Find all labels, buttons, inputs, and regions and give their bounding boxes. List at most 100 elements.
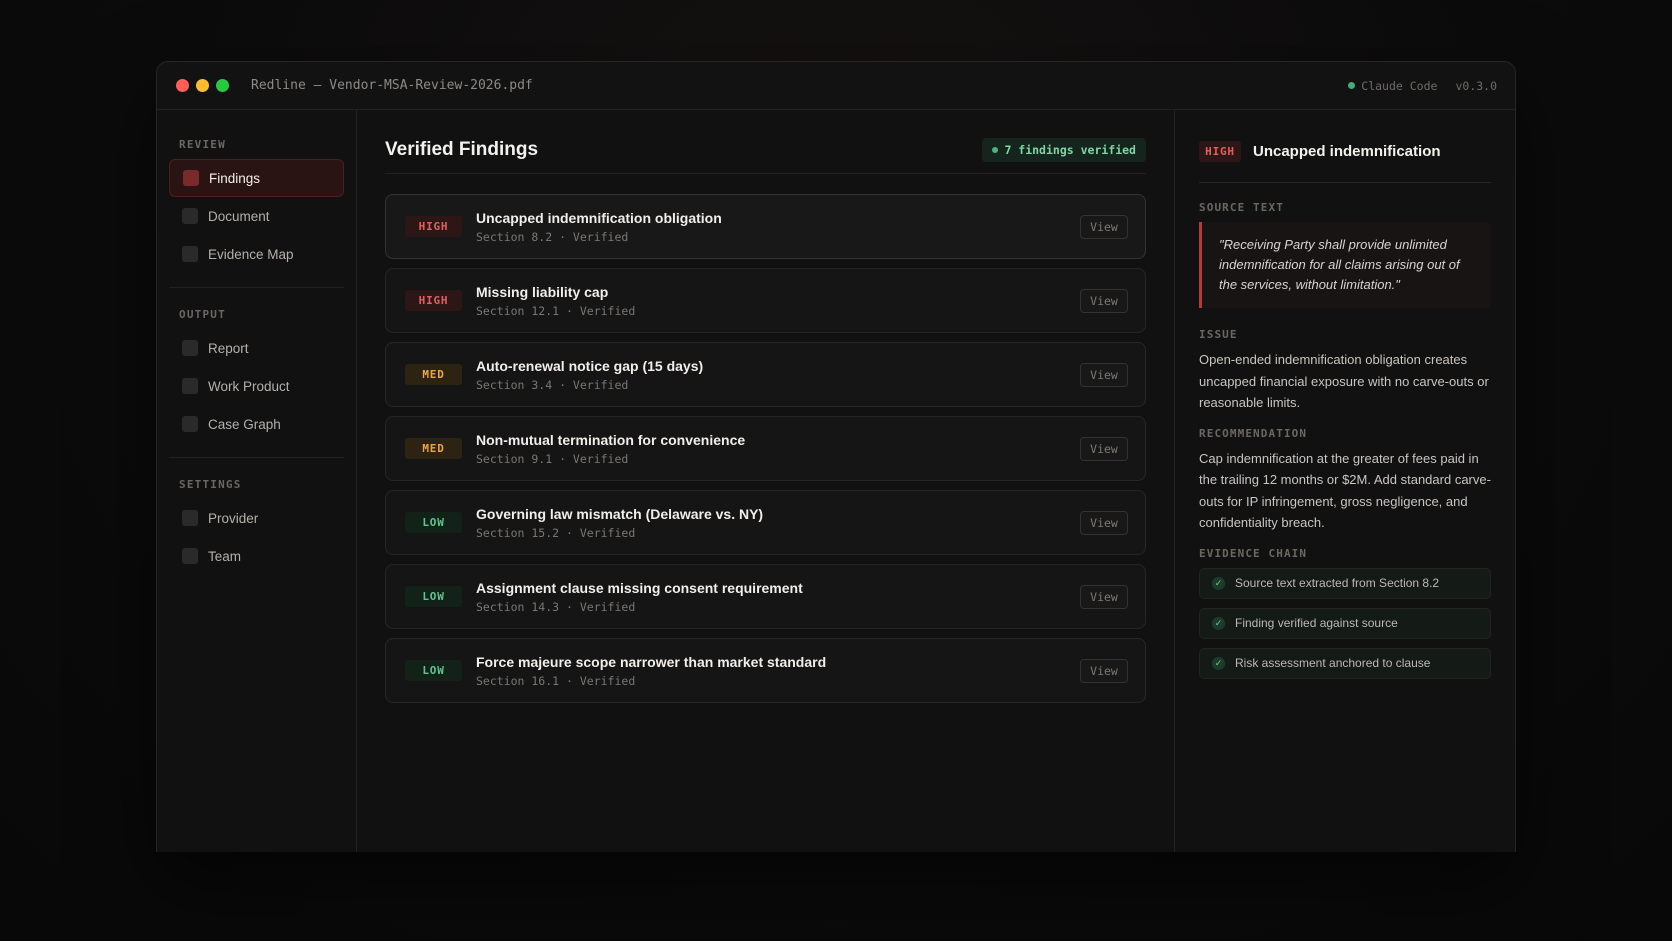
evidence-item: ✓ Finding verified against source: [1199, 607, 1491, 639]
finding-row[interactable]: LOW Governing law mismatch (Delaware vs.…: [385, 490, 1146, 555]
app-window: Redline — Vendor-MSA-Review-2026.pdf Cla…: [156, 61, 1516, 852]
sidebar-item-provider[interactable]: Provider: [169, 499, 344, 537]
checkmark-icon: ✓: [1212, 656, 1225, 670]
finding-meta: Section 12.1 · Verified: [476, 303, 636, 318]
finding-title: Force majeure scope narrower than market…: [476, 653, 827, 670]
sidebar-item-case-graph[interactable]: Case Graph: [169, 405, 344, 443]
finding-meta: Section 8.2 · Verified: [476, 229, 629, 244]
view-button[interactable]: View: [1080, 288, 1128, 313]
sidebar-section-output: OUTPUT: [179, 308, 226, 321]
view-button[interactable]: View: [1080, 510, 1128, 535]
finding-row[interactable]: HIGH Missing liability cap Section 12.1 …: [385, 268, 1146, 333]
sidebar-item-label: Work Product: [208, 378, 290, 394]
recommendation-label: RECOMMENDATION: [1199, 426, 1308, 440]
issue-text: Open-ended indemnification obligation cr…: [1199, 352, 1489, 410]
verified-dot-icon: [992, 146, 999, 153]
recommendation-text: Cap indemnification at the greater of fe…: [1199, 450, 1491, 531]
case-graph-icon: [182, 416, 198, 432]
sidebar-item-findings[interactable]: Findings: [169, 159, 344, 197]
evidence-text: Finding verified against source: [1235, 616, 1398, 630]
team-icon: [182, 548, 198, 564]
severity-badge: MED: [405, 438, 462, 459]
status-dot-icon: [1348, 82, 1356, 89]
evidence-item: ✓ Risk assessment anchored to clause: [1199, 647, 1491, 679]
sidebar-section-review: REVIEW: [179, 138, 226, 151]
finding-row[interactable]: MED Non-mutual termination for convenien…: [385, 416, 1146, 481]
findings-header: Verified Findings 7 findings verified: [385, 132, 1146, 174]
view-button[interactable]: View: [1080, 658, 1128, 683]
severity-badge: HIGH: [405, 290, 462, 311]
sidebar-item-label: Evidence Map: [208, 246, 294, 262]
verified-count-badge: 7 findings verified: [982, 137, 1146, 162]
title-bar-status: Claude Code v0.3.0: [1348, 79, 1497, 93]
sidebar-item-label: Team: [208, 548, 242, 564]
finding-meta: Section 9.1 · Verified: [476, 451, 629, 466]
evidence-item: ✓ Source text extracted from Section 8.2: [1199, 567, 1491, 599]
document-icon: [182, 208, 198, 224]
severity-badge: MED: [405, 364, 462, 385]
finding-row[interactable]: LOW Assignment clause missing consent re…: [385, 564, 1146, 629]
view-button[interactable]: View: [1080, 362, 1128, 387]
sidebar-item-label: Document: [208, 208, 270, 224]
severity-badge: HIGH: [1199, 140, 1241, 162]
close-window-button[interactable]: [176, 79, 189, 92]
title-bar: Redline — Vendor-MSA-Review-2026.pdf Cla…: [157, 62, 1515, 110]
sidebar-item-evidence-map[interactable]: Evidence Map: [169, 235, 344, 273]
finding-meta: Section 15.2 · Verified: [476, 525, 636, 540]
finding-meta: Section 3.4 · Verified: [476, 377, 629, 392]
finding-row[interactable]: MED Auto-renewal notice gap (15 days) Se…: [385, 342, 1146, 407]
verified-count-label: 7 findings verified: [1004, 142, 1136, 157]
evidence-text: Source text extracted from Section 8.2: [1235, 576, 1440, 590]
finding-meta: Section 16.1 · Verified: [476, 673, 636, 688]
view-button[interactable]: View: [1080, 584, 1128, 609]
minimize-window-button[interactable]: [196, 79, 209, 92]
checkmark-icon: ✓: [1212, 616, 1225, 630]
status-label: Claude Code: [1361, 78, 1438, 93]
findings-panel: Verified Findings 7 findings verified HI…: [357, 110, 1175, 852]
sidebar-item-label: Provider: [208, 510, 259, 526]
sidebar-section-settings: SETTINGS: [179, 478, 242, 491]
sidebar-divider: [169, 457, 344, 458]
detail-header: HIGH Uncapped indemnification: [1199, 134, 1491, 183]
finding-row[interactable]: LOW Force majeure scope narrower than ma…: [385, 638, 1146, 703]
sidebar-item-work-product[interactable]: Work Product: [169, 367, 344, 405]
finding-row[interactable]: HIGH Uncapped indemnification obligation…: [385, 194, 1146, 259]
sidebar: REVIEW Findings Document Evidence Map OU…: [157, 110, 357, 852]
finding-title: Governing law mismatch (Delaware vs. NY): [476, 505, 764, 522]
sidebar-item-report[interactable]: Report: [169, 329, 344, 367]
severity-badge: HIGH: [405, 216, 462, 237]
source-text-quote: "Receiving Party shall provide unlimited…: [1199, 222, 1491, 308]
issue-label: ISSUE: [1199, 328, 1238, 341]
sidebar-item-document[interactable]: Document: [169, 197, 344, 235]
findings-icon: [183, 170, 199, 186]
work-product-icon: [182, 378, 198, 394]
finding-meta: Section 14.3 · Verified: [476, 599, 636, 614]
sidebar-item-label: Report: [208, 340, 249, 356]
view-button[interactable]: View: [1080, 436, 1128, 461]
provider-icon: [182, 510, 198, 526]
severity-badge: LOW: [405, 512, 462, 533]
page-title: Verified Findings: [385, 138, 539, 160]
sidebar-divider: [169, 287, 344, 288]
version-label: v0.3.0: [1455, 78, 1497, 93]
finding-title: Uncapped indemnification obligation: [476, 209, 722, 226]
view-button[interactable]: View: [1080, 214, 1128, 239]
detail-title: Uncapped indemnification: [1253, 142, 1441, 160]
finding-title: Non-mutual termination for convenience: [476, 431, 746, 448]
finding-detail-panel: HIGH Uncapped indemnification SOURCE TEX…: [1175, 110, 1515, 852]
maximize-window-button[interactable]: [216, 79, 229, 92]
sidebar-item-label: Case Graph: [208, 416, 281, 432]
report-icon: [182, 340, 198, 356]
finding-title: Missing liability cap: [476, 283, 609, 300]
sidebar-item-team[interactable]: Team: [169, 537, 344, 575]
finding-title: Assignment clause missing consent requir…: [476, 579, 803, 596]
severity-badge: LOW: [405, 586, 462, 607]
severity-badge: LOW: [405, 660, 462, 681]
finding-title: Auto-renewal notice gap (15 days): [476, 357, 704, 374]
evidence-chain-label: EVIDENCE CHAIN: [1199, 546, 1308, 560]
evidence-map-icon: [182, 246, 198, 262]
evidence-text: Risk assessment anchored to clause: [1235, 656, 1431, 670]
checkmark-icon: ✓: [1212, 576, 1225, 590]
window-title: Redline — Vendor-MSA-Review-2026.pdf: [251, 78, 533, 93]
sidebar-item-label: Findings: [209, 170, 261, 186]
